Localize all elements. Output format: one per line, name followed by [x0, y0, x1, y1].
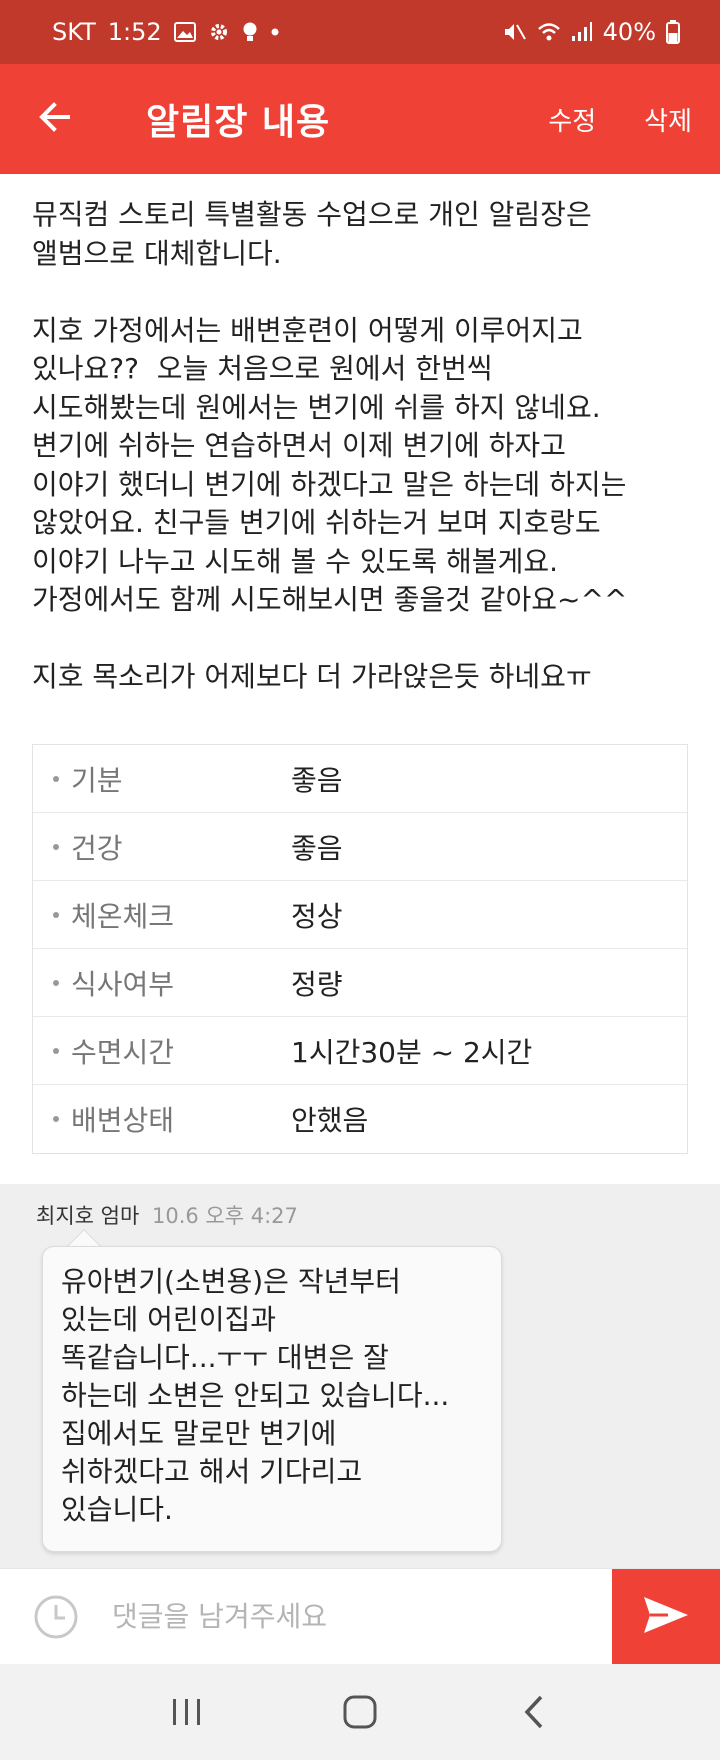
- notice-content: 뮤직컴 스토리 특별활동 수업으로 개인 알림장은 앨범으로 대체합니다. 지호…: [0, 174, 720, 697]
- info-row-health: 건강 좋음: [33, 813, 687, 881]
- info-label: 식사여부: [33, 963, 291, 1003]
- info-row-meal: 식사여부 정량: [33, 949, 687, 1017]
- info-row-bowel: 배변상태 안했음: [33, 1085, 687, 1153]
- info-value: 정상: [291, 899, 343, 933]
- info-label-text: 체온체크: [71, 899, 175, 933]
- bullet-icon: [53, 1116, 59, 1122]
- comment-text: 유아변기(소변용)은 작년부터 있는데 어린이집과 똑같습니다...ㅜㅜ 대변은…: [61, 1265, 450, 1526]
- comment-time: 10.6 오후 4:27: [151, 1204, 298, 1228]
- info-label-text: 배변상태: [71, 1104, 175, 1137]
- gear-icon: [208, 18, 230, 46]
- battery-icon: [666, 18, 680, 46]
- send-button[interactable]: [612, 1569, 720, 1665]
- info-label-text: 기분: [71, 763, 123, 797]
- system-nav-bar: [0, 1664, 720, 1760]
- info-label-text: 수면시간: [71, 1035, 175, 1069]
- comment-bubble[interactable]: 유아변기(소변용)은 작년부터 있는데 어린이집과 똑같습니다...ㅜㅜ 대변은…: [42, 1246, 502, 1552]
- delete-button[interactable]: 삭제: [644, 101, 692, 138]
- notice-message: 뮤직컴 스토리 특별활동 수업으로 개인 알림장은 앨범으로 대체합니다. 지호…: [32, 198, 628, 693]
- comment-author: 최지호 엄마: [36, 1204, 140, 1228]
- bullet-icon: [53, 843, 59, 850]
- info-label: 체온체크: [33, 895, 291, 935]
- dot-icon: [270, 18, 280, 46]
- daily-info-table: 기분 좋음 건강 좋음 체온체크 정상 식사여부 정량 수면시간 1시간30분 …: [32, 744, 688, 1154]
- status-bar: SKT 1:52 40%: [0, 0, 720, 64]
- info-label: 기분: [33, 759, 291, 799]
- back-nav-button[interactable]: [493, 1672, 573, 1752]
- info-row-mood: 기분 좋음: [33, 745, 687, 813]
- status-left: SKT 1:52: [52, 18, 280, 46]
- comment-input-bar: [0, 1568, 720, 1665]
- app-bar: 알림장 내용 수정 삭제: [0, 64, 720, 174]
- bullet-icon: [53, 979, 59, 986]
- comment-meta: 최지호 엄마 10.6 오후 4:27: [36, 1200, 298, 1230]
- home-button[interactable]: [320, 1672, 400, 1752]
- info-row-temperature: 체온체크 정상: [33, 881, 687, 949]
- comments-section: 최지호 엄마 10.6 오후 4:27 유아변기(소변용)은 작년부터 있는데 …: [0, 1184, 720, 1568]
- send-icon: [642, 1595, 690, 1639]
- edit-button[interactable]: 수정: [548, 101, 596, 138]
- back-button[interactable]: [0, 64, 110, 174]
- bulb-icon: [242, 18, 258, 46]
- info-value: 1시간30분 ~ 2시간: [291, 1035, 533, 1069]
- wifi-icon: [537, 18, 561, 46]
- page-title: 알림장 내용: [146, 102, 331, 143]
- image-icon: [173, 18, 196, 46]
- info-value: 좋음: [291, 763, 343, 797]
- info-label-text: 건강: [71, 831, 123, 865]
- mute-icon: [503, 18, 527, 46]
- info-value: 안했음: [291, 1104, 369, 1137]
- clock-time: 1:52: [107, 18, 162, 46]
- bullet-icon: [53, 911, 59, 918]
- signal-icon: [571, 18, 593, 46]
- app-actions: 수정 삭제: [548, 101, 720, 138]
- battery-percent: 40%: [602, 18, 656, 46]
- bullet-icon: [53, 1047, 59, 1054]
- info-label: 배변상태: [33, 1099, 291, 1139]
- info-label-text: 식사여부: [71, 967, 175, 1001]
- recent-apps-button[interactable]: [147, 1672, 227, 1752]
- bullet-icon: [53, 775, 59, 782]
- info-label: 건강: [33, 827, 291, 867]
- info-value: 좋음: [291, 831, 343, 865]
- info-row-sleep: 수면시간 1시간30분 ~ 2시간: [33, 1017, 687, 1085]
- clock-icon[interactable]: [32, 1593, 80, 1641]
- info-label: 수면시간: [33, 1031, 291, 1071]
- status-right: 40%: [503, 18, 680, 46]
- comment-input[interactable]: [112, 1600, 582, 1633]
- carrier-label: SKT: [52, 18, 96, 46]
- arrow-left-icon: [38, 102, 72, 136]
- info-value: 정량: [291, 967, 343, 1001]
